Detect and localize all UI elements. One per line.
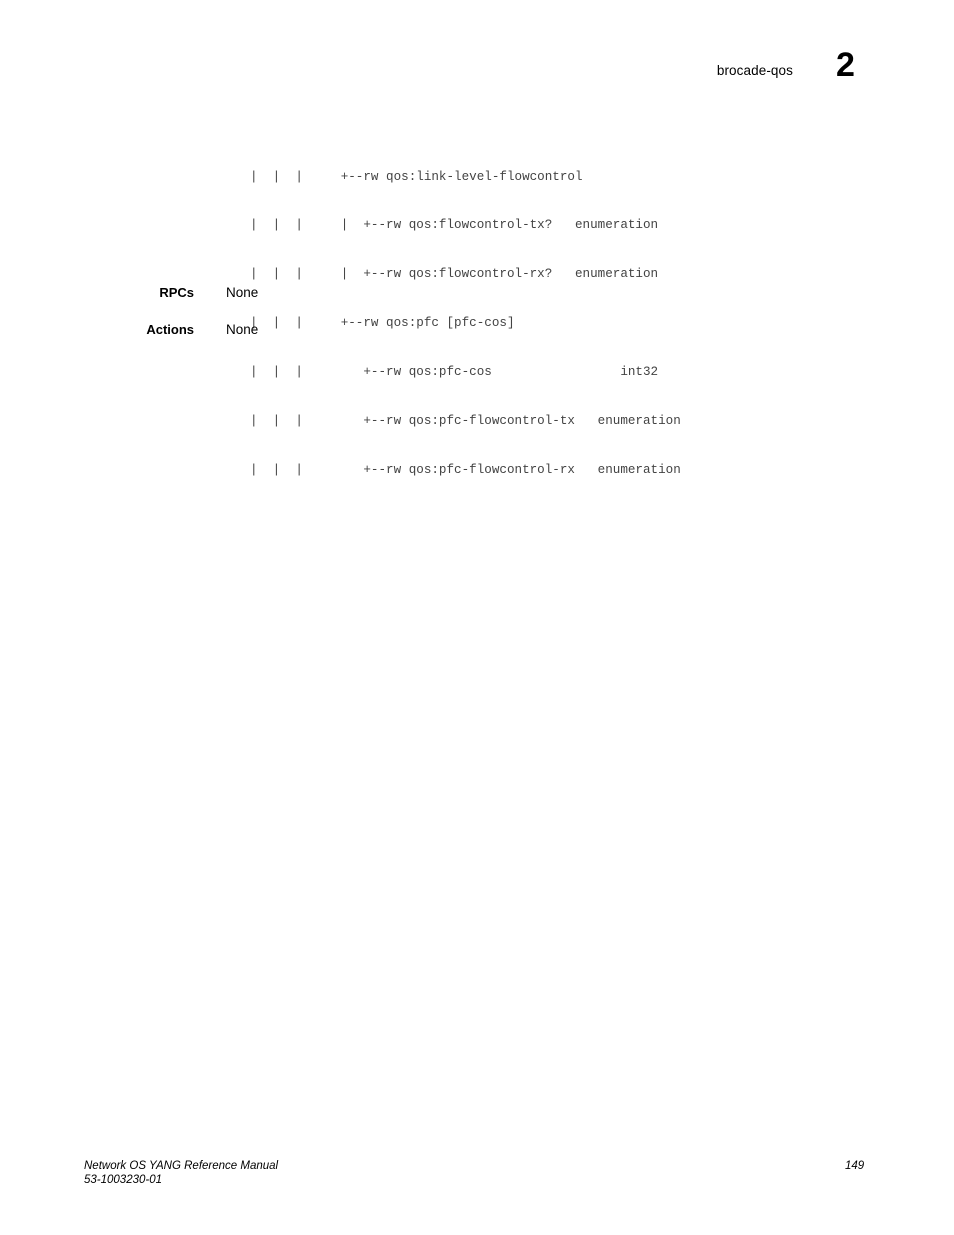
header-title: brocade-qos (716, 63, 793, 78)
definition-label-rpcs: RPCs (159, 285, 194, 300)
definition-value-actions: None (226, 322, 259, 337)
definition-row-rpcs: RPCs None (0, 285, 954, 305)
code-line: | | | +--rw qos:pfc-cos int32 (250, 365, 659, 380)
definition-label-actions: Actions (146, 322, 194, 337)
definition-row-actions: Actions None (0, 322, 954, 342)
footer-manual-title: Network OS YANG Reference Manual (84, 1160, 279, 1172)
code-line: | | | +--rw qos:pfc-flowcontrol-tx enume… (250, 414, 681, 429)
header-chapter-number: 2 (836, 46, 855, 84)
code-line: | | | | +--rw qos:flowcontrol-rx? enumer… (250, 267, 659, 282)
definition-value-rpcs: None (226, 285, 259, 300)
footer-document-number: 53-1003230-01 (84, 1174, 163, 1186)
code-line: | | | +--rw qos:link-level-flowcontrol (250, 169, 583, 184)
page-footer: Network OS YANG Reference Manual 53-1003… (0, 1160, 954, 1200)
page-header: brocade-qos 2 (0, 48, 954, 104)
footer-page-number: 149 (845, 1160, 865, 1172)
document-page: brocade-qos 2 | | | +--rw qos:link-level… (0, 0, 954, 1235)
code-line: | | | | +--rw qos:flowcontrol-tx? enumer… (250, 218, 659, 233)
code-line: | | | +--rw qos:pfc-flowcontrol-rx enume… (250, 462, 681, 477)
